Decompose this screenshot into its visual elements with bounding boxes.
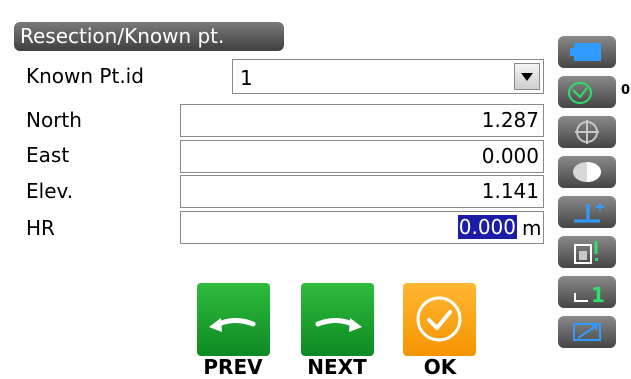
dropdown-arrow-button[interactable] <box>514 63 540 90</box>
hr-value: 0.000 <box>457 215 517 239</box>
prism-button[interactable] <box>558 156 616 188</box>
east-label: East <box>26 143 70 167</box>
known-pt-label: Known Pt.id <box>26 64 144 88</box>
elev-field[interactable]: 1.141 <box>180 175 544 208</box>
target-number: 1 <box>591 283 605 307</box>
height-plus-button[interactable] <box>558 196 616 228</box>
keyboard-button[interactable] <box>558 316 616 348</box>
next-button[interactable] <box>301 283 374 356</box>
east-field[interactable]: 0.000 <box>180 140 544 173</box>
elev-label: Elev. <box>26 179 74 203</box>
check-circle-icon <box>416 296 462 342</box>
known-pt-select[interactable]: 1 <box>232 59 544 94</box>
target-button[interactable] <box>558 116 616 148</box>
battery-button[interactable] <box>558 36 616 68</box>
target-height-icon: 1 <box>574 283 605 307</box>
screen-title: Resection/Known pt. <box>14 22 284 51</box>
hr-unit: m <box>522 216 542 240</box>
target-height-button[interactable]: 1 <box>558 276 616 308</box>
arrow-right-icon <box>315 318 362 332</box>
height-plus-icon <box>574 203 604 223</box>
arrow-left-icon <box>209 318 256 332</box>
tilt-count: 0 <box>621 83 631 98</box>
prism-icon <box>573 162 601 182</box>
hr-field[interactable]: 0.000 <box>180 211 544 244</box>
prev-button[interactable] <box>197 283 270 356</box>
ok-button[interactable] <box>403 283 476 356</box>
north-field[interactable]: 1.287 <box>180 104 544 137</box>
target-icon <box>575 120 599 144</box>
tilt-button[interactable] <box>558 76 616 108</box>
north-label: North <box>26 108 82 132</box>
chevron-down-icon <box>521 73 533 81</box>
keyboard-icon <box>573 323 601 341</box>
tilt-icon <box>568 82 592 104</box>
hr-label: HR <box>26 216 55 240</box>
known-pt-value: 1 <box>240 66 253 90</box>
ok-label: OK <box>423 355 457 379</box>
battery-icon <box>570 43 601 61</box>
prev-label: PREV <box>203 355 263 379</box>
memory-button[interactable] <box>558 236 616 268</box>
memory-icon <box>574 241 598 264</box>
next-label: NEXT <box>307 355 367 379</box>
